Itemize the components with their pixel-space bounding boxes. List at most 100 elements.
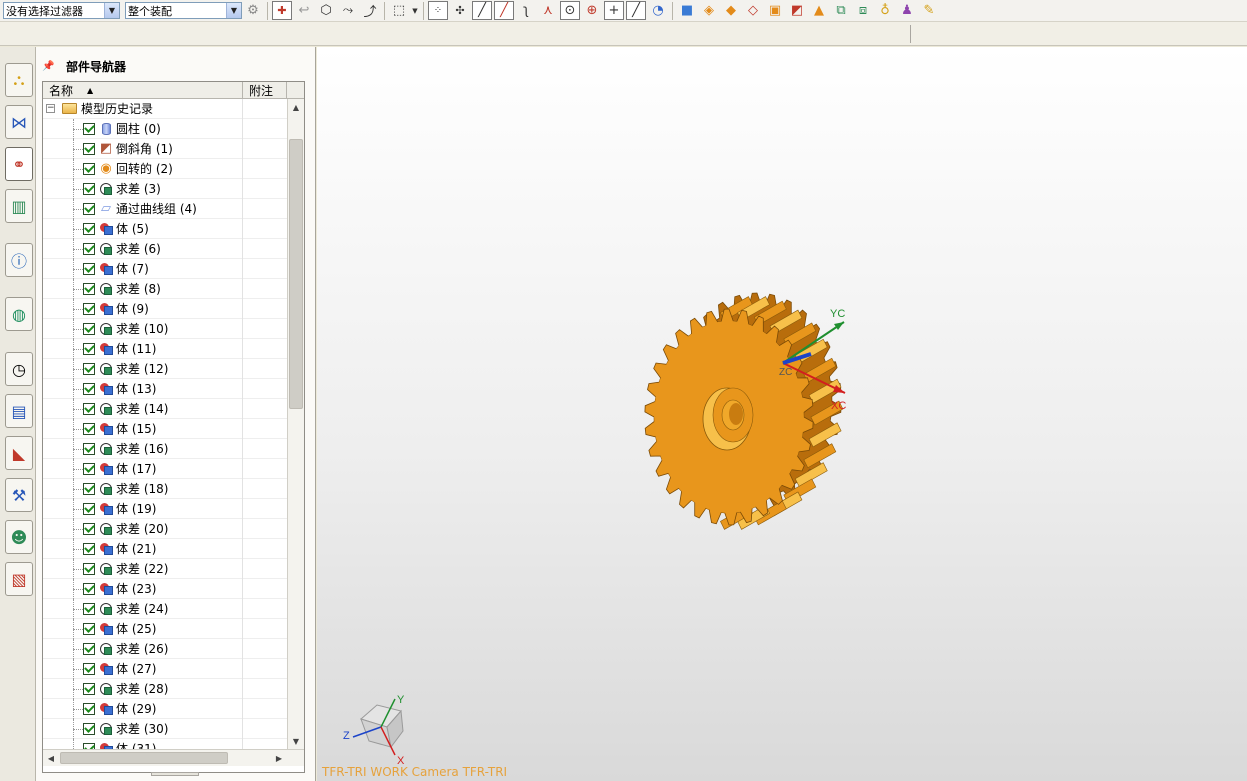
tree-row[interactable]: 求差 (12) (43, 359, 287, 379)
hd3d-tools-icon[interactable]: ⓘ (5, 243, 33, 277)
tree-row[interactable]: 体 (15) (43, 419, 287, 439)
tree-row[interactable]: ◉ 回转的 (2) (43, 159, 287, 179)
tree-row[interactable]: 求差 (30) (43, 719, 287, 739)
visibility-checkbox[interactable] (83, 602, 95, 615)
visibility-checkbox[interactable] (83, 482, 95, 495)
visibility-checkbox[interactable] (83, 682, 95, 695)
point-icon[interactable]: ⧈ (853, 2, 873, 20)
tree-row[interactable]: 圆柱 (0) (43, 119, 287, 139)
visibility-checkbox[interactable] (83, 502, 95, 515)
csys-icon[interactable]: ♁ (875, 2, 895, 20)
quick-pick-icon[interactable]: ⤳ (338, 2, 358, 20)
tree-row[interactable]: 求差 (26) (43, 639, 287, 659)
tree-row[interactable]: 求差 (10) (43, 319, 287, 339)
tree-row[interactable]: ◩ 倒斜角 (1) (43, 139, 287, 159)
visibility-checkbox[interactable] (83, 342, 95, 355)
tree-row[interactable]: ▱ 通过曲线组 (4) (43, 199, 287, 219)
selection-filter-dropdown[interactable]: 没有选择过滤器 ▼ (3, 2, 120, 19)
snap-arc-center-icon[interactable]: ⊙ (560, 1, 580, 20)
graphics-window[interactable]: YC XC ZC Y Z X TFR-TRI WORK Camera TFR-T… (317, 47, 1247, 781)
visibility-checkbox[interactable] (83, 222, 95, 235)
assembly-navigator-icon[interactable]: ⛬ (5, 63, 33, 97)
component-icon[interactable]: ▣ (765, 2, 785, 20)
snap-tangent-icon[interactable]: ╱ (494, 1, 514, 20)
snap-curve-icon[interactable]: ʅ (516, 2, 536, 20)
tree-row[interactable]: 体 (29) (43, 699, 287, 719)
system-materials-icon[interactable]: ▤ (5, 394, 33, 428)
visibility-checkbox[interactable] (83, 422, 95, 435)
visibility-checkbox[interactable] (83, 322, 95, 335)
snap-on-surface-icon[interactable]: ◔ (648, 2, 668, 20)
snap-end-point-icon[interactable]: ⁘ (428, 1, 448, 20)
tree-root-row[interactable]: − 模型历史记录 (43, 99, 287, 119)
scroll-thumb[interactable] (60, 752, 228, 764)
visibility-checkbox[interactable] (83, 202, 95, 215)
vertical-scrollbar[interactable]: ▲ ▼ (287, 99, 304, 749)
deselect-icon[interactable]: ⤴ (360, 2, 380, 20)
visibility-checkbox[interactable] (83, 162, 95, 175)
visibility-checkbox[interactable] (83, 142, 95, 155)
column-header-note[interactable]: 附注 (243, 82, 287, 98)
face-icon[interactable]: ◆ (721, 2, 741, 20)
tree-row[interactable]: 体 (25) (43, 619, 287, 639)
gear-model[interactable] (644, 292, 844, 530)
visibility-checkbox[interactable] (83, 442, 95, 455)
tree-row[interactable]: 求差 (6) (43, 239, 287, 259)
snap-line-icon[interactable]: ╱ (472, 1, 492, 20)
visibility-checkbox[interactable] (83, 242, 95, 255)
constraint-navigator-icon[interactable]: ⋈ (5, 105, 33, 139)
tree-row[interactable]: 求差 (3) (43, 179, 287, 199)
snap-quadrant-icon[interactable]: ⊕ (582, 2, 602, 20)
datum-icon[interactable]: ⧉ (831, 2, 851, 20)
visibility-checkbox[interactable] (83, 122, 95, 135)
tree-row[interactable]: 求差 (28) (43, 679, 287, 699)
light-icon[interactable]: ♟ (897, 2, 917, 20)
drafting-icon[interactable]: ▲ (809, 2, 829, 20)
tree-row[interactable]: 体 (7) (43, 259, 287, 279)
tree-row[interactable]: 体 (21) (43, 539, 287, 559)
tree-row[interactable]: 求差 (24) (43, 599, 287, 619)
visibility-checkbox[interactable] (83, 662, 95, 675)
manufacturing-wizard-icon[interactable]: ⚒ (5, 478, 33, 512)
tree-row[interactable]: 求差 (18) (43, 479, 287, 499)
reuse-library-icon[interactable]: ▥ (5, 189, 33, 223)
tree-row[interactable]: 求差 (14) (43, 399, 287, 419)
web-browser-icon[interactable]: ◍ (5, 297, 33, 331)
filter-settings-icon[interactable]: ⚙ (243, 2, 263, 20)
visibility-checkbox[interactable] (83, 582, 95, 595)
edge-icon[interactable]: ◇ (743, 2, 763, 20)
visibility-checkbox[interactable] (83, 562, 95, 575)
visibility-checkbox[interactable] (83, 302, 95, 315)
snap-existing-point-icon[interactable]: + (604, 1, 624, 20)
chevron-down-icon[interactable]: ▼ (411, 2, 419, 20)
tree-row[interactable]: 体 (5) (43, 219, 287, 239)
tree-row[interactable]: 体 (19) (43, 499, 287, 519)
column-header-name[interactable]: 名称 ▲ (43, 82, 243, 98)
visibility-checkbox[interactable] (83, 362, 95, 375)
camera-icon[interactable]: ✎ (919, 2, 939, 20)
roles-icon[interactable]: ☻ (5, 520, 33, 554)
tree-row[interactable]: 求差 (20) (43, 519, 287, 539)
snap-on-curve-icon[interactable]: ╱ (626, 1, 646, 20)
snap-mid-point-icon[interactable]: ✣ (450, 2, 470, 20)
scroll-up-icon[interactable]: ▲ (288, 99, 304, 115)
box-select-icon[interactable]: ⬡ (316, 2, 336, 20)
scroll-left-icon[interactable]: ◀ (43, 750, 59, 766)
visibility-checkbox[interactable] (83, 622, 95, 635)
scroll-down-icon[interactable]: ▼ (288, 733, 304, 749)
tree-row[interactable]: 求差 (8) (43, 279, 287, 299)
select-region-icon[interactable]: ⬚ (389, 2, 409, 20)
feature-icon[interactable]: ◈ (699, 2, 719, 20)
visibility-checkbox[interactable] (83, 382, 95, 395)
undo-icon[interactable]: ↩ (294, 2, 314, 20)
scroll-right-icon[interactable]: ▶ (271, 750, 287, 766)
visibility-checkbox[interactable] (83, 702, 95, 715)
panel-splitter-handle[interactable] (151, 772, 199, 776)
solid-body-icon[interactable]: ■ (677, 2, 697, 20)
visibility-checkbox[interactable] (83, 282, 95, 295)
horizontal-scrollbar[interactable]: ◀ ▶ (43, 749, 304, 766)
snap-intersection-icon[interactable]: ⋏ (538, 2, 558, 20)
tree-row[interactable]: 体 (23) (43, 579, 287, 599)
snap-point-icon[interactable]: ✚ (272, 1, 292, 20)
visibility-checkbox[interactable] (83, 522, 95, 535)
